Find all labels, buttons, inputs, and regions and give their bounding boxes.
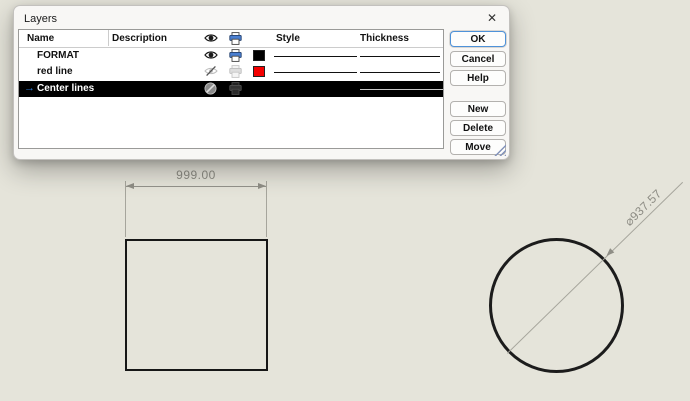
- layer-thickness-preview[interactable]: [360, 56, 440, 57]
- cancel-button[interactable]: Cancel: [450, 51, 506, 67]
- layer-list-header: Name Description Style Thickness: [19, 30, 443, 48]
- dialog-title: Layers: [24, 13, 57, 25]
- printer-icon: [229, 32, 242, 45]
- layer-name: Center lines: [37, 83, 94, 94]
- layer-name: red line: [37, 66, 73, 77]
- column-divider: [108, 30, 109, 46]
- square-dimension-extension-line: [266, 181, 267, 237]
- square-shape[interactable]: [125, 239, 268, 371]
- ok-button[interactable]: OK: [450, 31, 506, 47]
- layers-dialog: Layers ✕ Name Description Style Th: [13, 5, 510, 160]
- column-header-description: Description: [112, 33, 167, 44]
- delete-button[interactable]: Delete: [450, 120, 506, 136]
- eye-icon: [204, 32, 218, 44]
- visibility-on-icon[interactable]: [204, 49, 218, 61]
- dimension-arrow-left-icon: [126, 183, 134, 189]
- layer-list: Name Description Style Thickness: [18, 29, 444, 149]
- arrow-right-icon: →: [24, 82, 35, 94]
- dimension-arrow-right-icon: [258, 183, 266, 189]
- layer-color-swatch[interactable]: [253, 66, 265, 77]
- print-off-icon[interactable]: [229, 82, 242, 95]
- layer-thickness-preview[interactable]: [360, 89, 443, 90]
- visibility-off-icon[interactable]: [204, 65, 218, 77]
- print-on-icon[interactable]: [229, 49, 242, 62]
- print-off-icon[interactable]: [229, 65, 242, 78]
- square-dimension-extension-line: [125, 181, 126, 237]
- layer-style-preview[interactable]: [274, 56, 357, 57]
- column-header-thickness: Thickness: [360, 33, 409, 44]
- layer-row-red-line[interactable]: red line: [19, 64, 443, 80]
- column-header-name: Name: [27, 33, 54, 44]
- close-icon[interactable]: ✕: [484, 10, 500, 26]
- layer-name: FORMAT: [37, 50, 79, 61]
- layer-row-center-lines[interactable]: → Center lines: [19, 81, 443, 97]
- visibility-off-icon[interactable]: [204, 82, 217, 95]
- cad-application-canvas: { "window": { "title": "Layers", "close_…: [0, 0, 690, 401]
- layer-thickness-preview[interactable]: [360, 72, 440, 73]
- layer-row-format[interactable]: FORMAT: [19, 48, 443, 64]
- layer-style-preview[interactable]: [274, 72, 357, 73]
- circle-dimension-label[interactable]: ⌀937.57: [622, 186, 665, 228]
- column-header-style: Style: [276, 33, 300, 44]
- layer-color-swatch[interactable]: [253, 50, 265, 61]
- help-button[interactable]: Help: [450, 70, 506, 86]
- new-button[interactable]: New: [450, 101, 506, 117]
- square-dimension-label[interactable]: 999.00: [126, 168, 266, 182]
- square-dimension-line: [126, 186, 266, 187]
